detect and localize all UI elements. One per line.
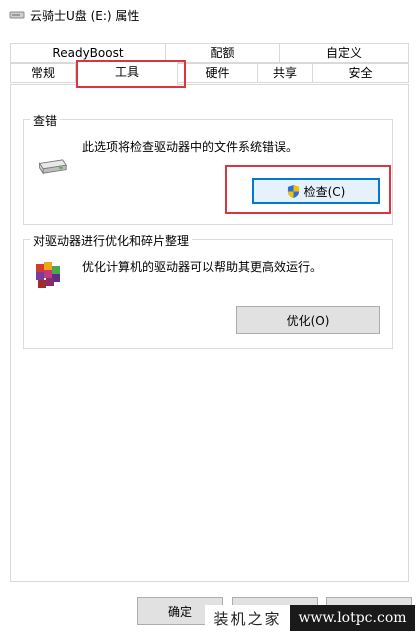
tab-tools[interactable]: 工具 — [76, 60, 178, 85]
tab-strip: ReadyBoost 配额 自定义 常规 工具 硬件 共享 安全 — [0, 30, 419, 85]
tab-quota[interactable]: 配额 — [165, 43, 280, 63]
watermark: 装机之家 www.lotpc.com — [205, 605, 415, 631]
ok-button-label: 确定 — [167, 604, 192, 619]
tab-hardware[interactable]: 硬件 — [177, 63, 258, 83]
tab-customize[interactable]: 自定义 — [279, 43, 409, 63]
check-button-label: 检查(C) — [303, 184, 346, 199]
usb-drive-icon — [9, 11, 25, 19]
optimize-group-label: 对驱动器进行优化和碎片整理 — [30, 232, 193, 249]
optimize-button[interactable]: 优化(O) — [236, 306, 380, 334]
tools-panel: 查错 此选项将检查驱动器中的文件系统错误。 检查(C) 对驱动器进行优化和碎片整… — [10, 84, 409, 582]
error-check-group-label: 查错 — [30, 112, 61, 129]
drive-icon — [38, 159, 67, 175]
tab-sharing[interactable]: 共享 — [257, 63, 313, 83]
watermark-left: 装机之家 — [205, 605, 290, 631]
optimize-description: 优化计算机的驱动器可以帮助其更高效运行。 — [82, 260, 323, 274]
defrag-icon — [36, 262, 60, 288]
tab-security[interactable]: 安全 — [312, 63, 409, 83]
error-check-description: 此选项将检查驱动器中的文件系统错误。 — [82, 140, 299, 154]
optimize-button-label: 优化(O) — [286, 313, 330, 328]
optimize-group: 对驱动器进行优化和碎片整理 优化计算机的驱动器可以帮助其更高效运行。 优化(O) — [23, 232, 393, 349]
check-button[interactable]: 检查(C) — [252, 178, 380, 204]
title-bar: 云骑士U盘 (E:) 属性 — [0, 0, 419, 30]
watermark-right: www.lotpc.com — [290, 605, 415, 631]
tab-general[interactable]: 常规 — [10, 63, 76, 83]
window-title: 云骑士U盘 (E:) 属性 — [30, 9, 140, 23]
shield-icon — [287, 184, 299, 198]
error-check-group: 查错 此选项将检查驱动器中的文件系统错误。 检查(C) — [23, 112, 393, 225]
